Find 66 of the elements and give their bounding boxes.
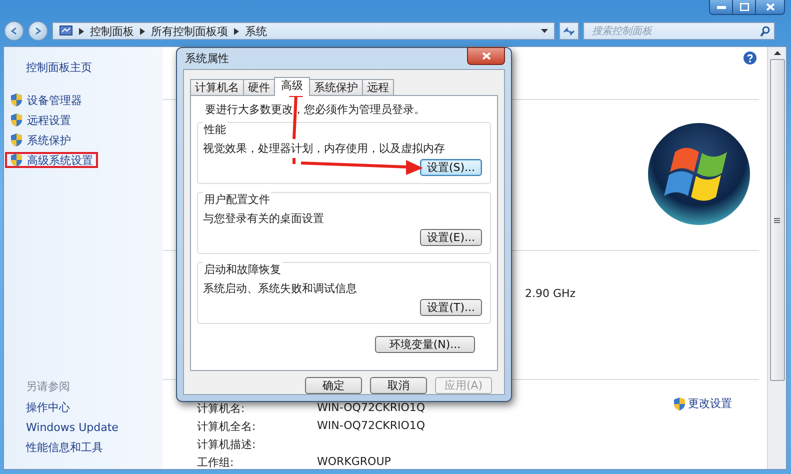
change-settings-link[interactable]: 更改设置 <box>673 396 732 411</box>
dialog-button[interactable]: 取消 <box>370 377 427 394</box>
search-field[interactable]: 搜索控制面板 <box>590 24 760 38</box>
forward-button[interactable] <box>28 21 48 41</box>
sidebar-link[interactable]: Windows Update <box>26 421 163 434</box>
help-icon[interactable] <box>743 51 757 65</box>
group-title: 用户配置文件 <box>203 192 271 207</box>
minimize-button[interactable] <box>710 0 733 14</box>
info-label: 计算机全名: <box>197 419 257 433</box>
grip-icon[interactable] <box>774 218 780 222</box>
refresh-button[interactable] <box>559 22 579 40</box>
close-button[interactable] <box>756 0 784 14</box>
shield-icon <box>10 93 23 107</box>
close-icon[interactable] <box>766 3 774 11</box>
sidebar-item[interactable]: 系统保护 <box>5 132 76 148</box>
search-icon[interactable] <box>760 26 770 36</box>
breadcrumb-item[interactable]: 所有控制面板项 <box>151 24 228 38</box>
info-value: WORKGROUP <box>317 455 391 469</box>
group-description: 视觉效果，处理器计划，内存使用，以及虚拟内存 <box>203 141 446 156</box>
settings-button[interactable]: 设置(T)... <box>420 299 482 316</box>
chevron-icon[interactable] <box>234 28 239 34</box>
admin-notice: 要进行大多数更改，您必须作为管理员登录。 <box>205 102 426 117</box>
tab[interactable]: 计算机名 <box>190 79 244 95</box>
group-title: 性能 <box>203 122 227 137</box>
shield-icon <box>10 113 23 127</box>
search-box[interactable]: 搜索控制面板 <box>583 22 775 40</box>
dialog-close-button[interactable] <box>467 46 505 64</box>
close-icon[interactable] <box>482 52 490 60</box>
sidebar-item[interactable]: 远程设置 <box>5 112 76 128</box>
tab[interactable]: 系统保护 <box>309 79 363 95</box>
maximize-button[interactable] <box>733 0 756 14</box>
shield-icon <box>10 133 23 147</box>
sidebar-link[interactable]: 性能信息和工具 <box>26 440 163 455</box>
chevron-icon[interactable] <box>79 28 84 34</box>
settings-button[interactable]: 设置(S)... <box>420 159 482 176</box>
tab[interactable]: 硬件 <box>243 79 275 95</box>
environment-variables-button[interactable]: 环境变量(N)... <box>375 336 475 353</box>
control-panel-icon <box>59 25 73 37</box>
breadcrumb-item[interactable]: 控制面板 <box>90 24 134 38</box>
sidebar-item[interactable]: 设备管理器 <box>5 92 87 108</box>
see-also-heading: 另请参阅 <box>26 379 71 394</box>
sidebar-link[interactable]: 操作中心 <box>26 400 163 415</box>
group-description: 系统启动、系统失败和调试信息 <box>203 281 358 296</box>
group-description: 与您登录有关的桌面设置 <box>203 211 325 226</box>
group-title: 启动和故障恢复 <box>203 262 282 277</box>
sidebar-home-link[interactable]: 控制面板主页 <box>26 60 163 80</box>
scrollbar[interactable] <box>767 47 786 469</box>
shield-icon <box>10 153 23 167</box>
info-value: WIN-OQ72CKRIO1Q <box>317 419 426 433</box>
refresh-icon[interactable] <box>563 26 575 36</box>
info-label: 计算机名: <box>197 401 246 415</box>
shield-icon <box>673 396 686 410</box>
tab[interactable]: 高级 <box>274 77 310 96</box>
tab[interactable]: 远程 <box>362 79 394 95</box>
breadcrumb-item[interactable]: 系统 <box>245 24 267 38</box>
dialog-title: 系统属性 <box>185 51 229 66</box>
processor-speed: 2.90 GHz <box>525 286 576 300</box>
sidebar-item[interactable]: 高级系统设置 <box>5 152 98 168</box>
chevron-icon[interactable] <box>140 28 145 34</box>
info-label: 工作组: <box>197 455 235 469</box>
info-label: 计算机描述: <box>197 437 257 451</box>
info-value: WIN-OQ72CKRIO1Q <box>317 401 426 415</box>
settings-button[interactable]: 设置(E)... <box>420 229 482 246</box>
dialog-button[interactable]: 确定 <box>305 377 362 394</box>
back-button[interactable] <box>4 21 24 41</box>
dropdown-icon[interactable] <box>541 29 548 33</box>
